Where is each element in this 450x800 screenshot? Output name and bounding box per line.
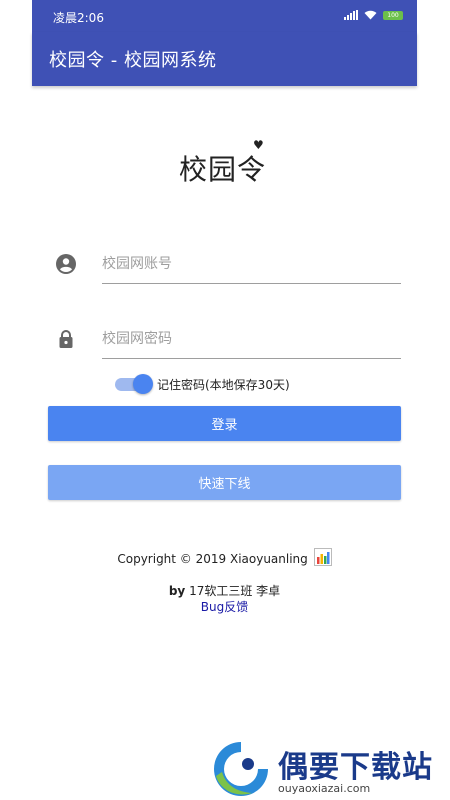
- password-input[interactable]: [102, 319, 401, 359]
- wifi-icon: [364, 10, 377, 20]
- remember-password-label: 记住密码(本地保存30天): [157, 377, 290, 392]
- stats-counter-icon[interactable]: [313, 548, 332, 569]
- remember-password-row: 记住密码(本地保存30天): [115, 373, 290, 395]
- phone-screen: 凌晨2:06 100 校园令 - 校园网系统 校园令 ♥ 校园网账号 记住密码(…: [32, 0, 417, 800]
- status-time: 凌晨2:06: [53, 11, 104, 25]
- page: 凌晨2:06 100 校园令 - 校园网系统 校园令 ♥ 校园网账号 记住密码(…: [0, 0, 450, 800]
- app-bar: 校园令 - 校园网系统: [32, 32, 417, 86]
- signal-icon: [344, 10, 358, 20]
- status-icons: 100: [344, 10, 403, 20]
- battery-icon: 100: [383, 10, 403, 20]
- app-logo: 校园令 ♥: [177, 136, 277, 190]
- account-circle-icon: [56, 254, 76, 274]
- login-button[interactable]: 登录: [48, 406, 401, 441]
- site-logo-icon: [210, 738, 272, 800]
- credit-by: by: [168, 584, 186, 598]
- status-bar: 凌晨2:06 100: [32, 0, 417, 32]
- credit: by 17软工三班 李卓: [32, 582, 417, 599]
- site-title: 偶要下载站: [278, 750, 433, 785]
- logo-text: 校园令: [179, 153, 267, 186]
- password-row: [48, 319, 401, 363]
- bug-feedback-link[interactable]: Bug反馈: [32, 598, 417, 615]
- site-url: ouyaoxiazai.com: [278, 782, 371, 795]
- site-watermark: 偶要下载站 ouyaoxiazai.com: [210, 738, 450, 800]
- account-input[interactable]: [102, 244, 401, 284]
- app-title: 校园令 - 校园网系统: [49, 50, 217, 71]
- remember-password-toggle[interactable]: [115, 374, 153, 394]
- toggle-thumb: [133, 374, 153, 394]
- credit-text: 17软工三班 李卓: [185, 584, 281, 598]
- copyright: Copyright © 2019 Xiaoyuanling: [32, 548, 417, 569]
- heart-icon: ♥: [253, 138, 264, 152]
- lock-icon: [56, 329, 76, 349]
- copyright-text: Copyright © 2019 Xiaoyuanling: [117, 552, 308, 566]
- quick-offline-button[interactable]: 快速下线: [48, 465, 401, 500]
- account-row: [48, 244, 401, 288]
